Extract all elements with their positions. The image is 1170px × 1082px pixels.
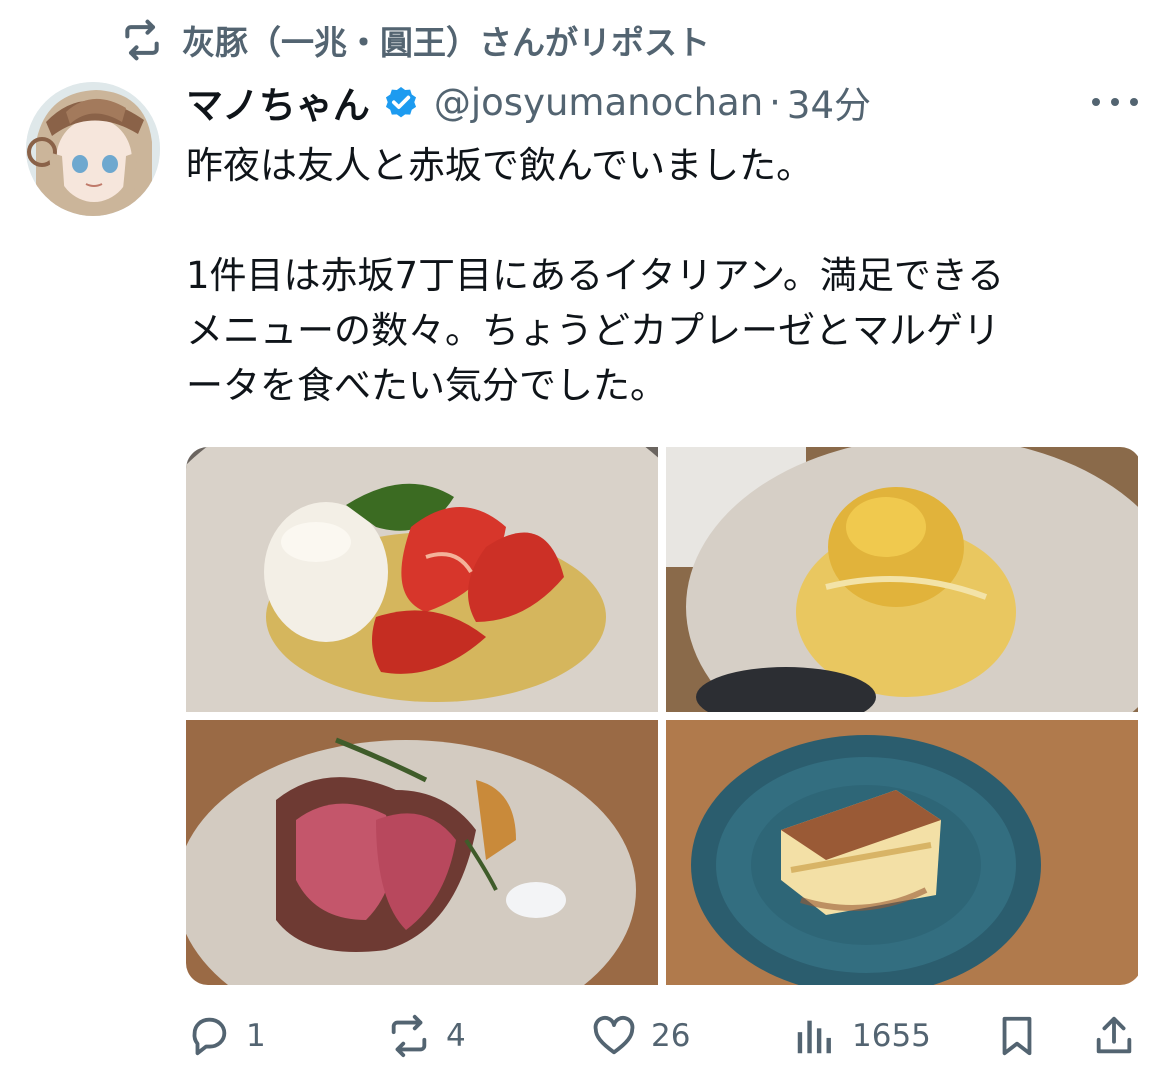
bookmark-button[interactable]: [994, 1005, 1040, 1067]
roast-beef-photo[interactable]: [186, 720, 658, 985]
reply-count: 1: [246, 1018, 266, 1054]
view-count: 1655: [852, 1018, 931, 1054]
action-bar: 1 4 26 1655: [186, 1005, 1136, 1067]
pasta-photo[interactable]: [666, 447, 1138, 712]
burrata-caprese-photo[interactable]: [186, 447, 658, 712]
like-count: 26: [651, 1018, 691, 1054]
tweet-paragraph-2: 1件目は赤坂7丁目にあるイタリアン。満足できる メニューの数々。ちょうどカプレー…: [186, 254, 1005, 407]
like-button[interactable]: 26: [591, 1005, 690, 1067]
reply-button[interactable]: 1: [186, 1005, 266, 1067]
views-button[interactable]: 1655: [792, 1005, 931, 1067]
reply-icon: [192, 1017, 227, 1056]
more-options-icon[interactable]: [1092, 86, 1138, 118]
verified-badge-icon[interactable]: [382, 83, 420, 121]
media-grid: [186, 447, 1142, 985]
analytics-icon: [797, 1020, 831, 1054]
separator-dot: ·: [769, 80, 781, 124]
user-handle[interactable]: @josyumanochan: [434, 81, 763, 124]
repost-indicator[interactable]: 灰豚（一兆・圓王）さんがリポスト: [120, 18, 710, 62]
timestamp[interactable]: 34分: [787, 75, 871, 129]
share-button[interactable]: [1091, 1005, 1137, 1067]
tiramisu-photo[interactable]: [666, 720, 1138, 985]
display-name[interactable]: マノちゃん: [186, 75, 370, 129]
avatar[interactable]: [26, 82, 160, 216]
tweet-text: 昨夜は友人と赤坂で飲んでいました。 1件目は赤坂7丁目にあるイタリアン。満足でき…: [186, 138, 1136, 413]
tweet-paragraph-1: 昨夜は友人と赤坂で飲んでいました。: [186, 144, 814, 187]
repost-icon: [391, 1014, 427, 1058]
repost-count: 4: [446, 1018, 466, 1054]
heart-icon: [593, 1015, 635, 1055]
bookmark-icon: [1002, 1016, 1032, 1056]
repost-button[interactable]: 4: [386, 1005, 466, 1067]
tweet-header: マノちゃん @josyumanochan · 34分: [186, 74, 871, 130]
share-icon: [1096, 1016, 1132, 1054]
repost-icon: [125, 19, 159, 61]
repost-text: 灰豚（一兆・圓王）さんがリポスト: [182, 23, 710, 62]
